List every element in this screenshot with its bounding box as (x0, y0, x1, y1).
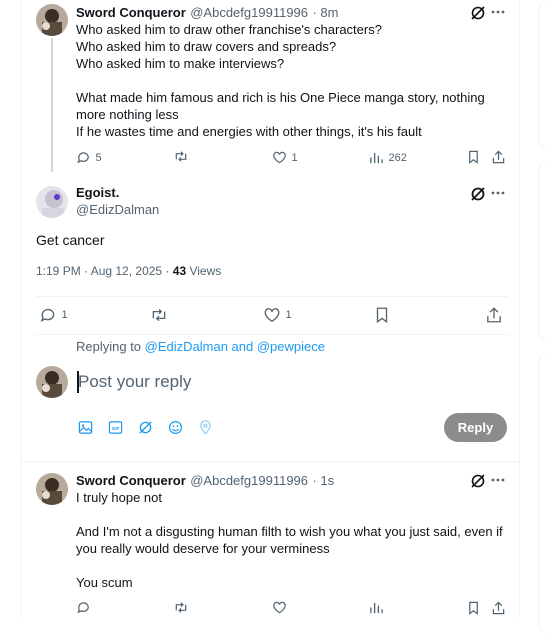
retweet-icon[interactable] (173, 600, 189, 620)
reply-action[interactable]: 5 (76, 149, 102, 167)
tweet-meta: 1:19 PM · Aug 12, 2025 · 43 Views (36, 264, 221, 278)
author-handle[interactable]: @Abcdefg19911996 (190, 5, 308, 20)
retweet-icon[interactable] (173, 149, 189, 169)
views-count: 43 (172, 264, 187, 278)
share-icon[interactable] (485, 306, 503, 329)
reply-icon (77, 152, 89, 164)
main-tweet-text: Get cancer (36, 232, 105, 248)
reply-icon (40, 308, 55, 323)
heart-icon (264, 308, 280, 322)
replying-to-label: Replying to (76, 339, 145, 354)
reply-input[interactable]: Post your reply (78, 372, 191, 392)
reply-action[interactable]: 1 (39, 306, 68, 324)
reply-count: 1 (61, 309, 68, 321)
grok-icon[interactable] (470, 186, 486, 207)
like-count: 1 (291, 151, 298, 164)
location-icon[interactable] (198, 420, 213, 440)
author-name[interactable]: Sword Conqueror (76, 473, 186, 488)
image-icon[interactable] (78, 420, 93, 440)
avatar[interactable] (36, 186, 68, 218)
avatar[interactable] (36, 473, 68, 505)
tweet-time[interactable]: · 1s (312, 473, 334, 488)
views-action[interactable]: 262 (369, 149, 407, 167)
gif-icon[interactable]: GIF (108, 420, 123, 440)
replying-to: Replying to @EdizDalman and @pewpiece (76, 339, 325, 354)
avatar (36, 366, 68, 398)
reply-icon[interactable] (76, 600, 91, 620)
tweet-text: I truly hope not And I'm not a disgustin… (76, 490, 503, 590)
more-icon[interactable] (490, 185, 506, 206)
divider (21, 461, 519, 462)
tweet-header: Sword Conqueror @Abcdefg19911996 · 1s (76, 472, 334, 490)
author-handle[interactable]: @EdizDalman (76, 202, 159, 217)
reply-button[interactable]: Reply (444, 413, 507, 442)
like-count: 1 (285, 309, 292, 321)
tweet-time[interactable]: · 8m (312, 5, 338, 20)
tweet-text: Who asked him to draw other franchise's … (76, 22, 485, 139)
avatar[interactable] (36, 4, 68, 36)
like-action[interactable]: 1 (263, 306, 292, 324)
heart-icon[interactable] (272, 600, 287, 620)
views-label: Views (186, 264, 222, 278)
thread-line (51, 38, 53, 172)
right-sidebar-edge (538, 0, 546, 634)
tweet-timestamp[interactable]: 1:19 PM · Aug 12, 2025 · (36, 264, 173, 278)
author-name[interactable]: Egoist. (76, 185, 119, 200)
retweet-icon[interactable] (149, 306, 169, 329)
author-handle[interactable]: @Abcdefg19911996 (190, 473, 308, 488)
bookmark-icon[interactable] (373, 306, 391, 329)
share-icon[interactable] (491, 149, 506, 170)
replying-to-users[interactable]: @EdizDalman and @pewpiece (145, 339, 325, 354)
divider (36, 296, 508, 297)
author-name[interactable]: Sword Conqueror (76, 5, 186, 20)
svg-text:GIF: GIF (112, 426, 120, 431)
analytics-icon (370, 153, 383, 164)
heart-icon (273, 151, 286, 164)
view-count: 262 (388, 151, 407, 164)
bookmark-icon[interactable] (466, 149, 481, 170)
emoji-icon[interactable] (168, 420, 183, 440)
reply-count: 5 (95, 151, 102, 164)
grok-icon[interactable] (138, 420, 153, 440)
analytics-icon[interactable] (369, 600, 384, 620)
tweet-header: Sword Conqueror @Abcdefg19911996 · 8m (76, 4, 338, 22)
divider (36, 334, 508, 335)
like-action[interactable]: 1 (272, 149, 298, 167)
